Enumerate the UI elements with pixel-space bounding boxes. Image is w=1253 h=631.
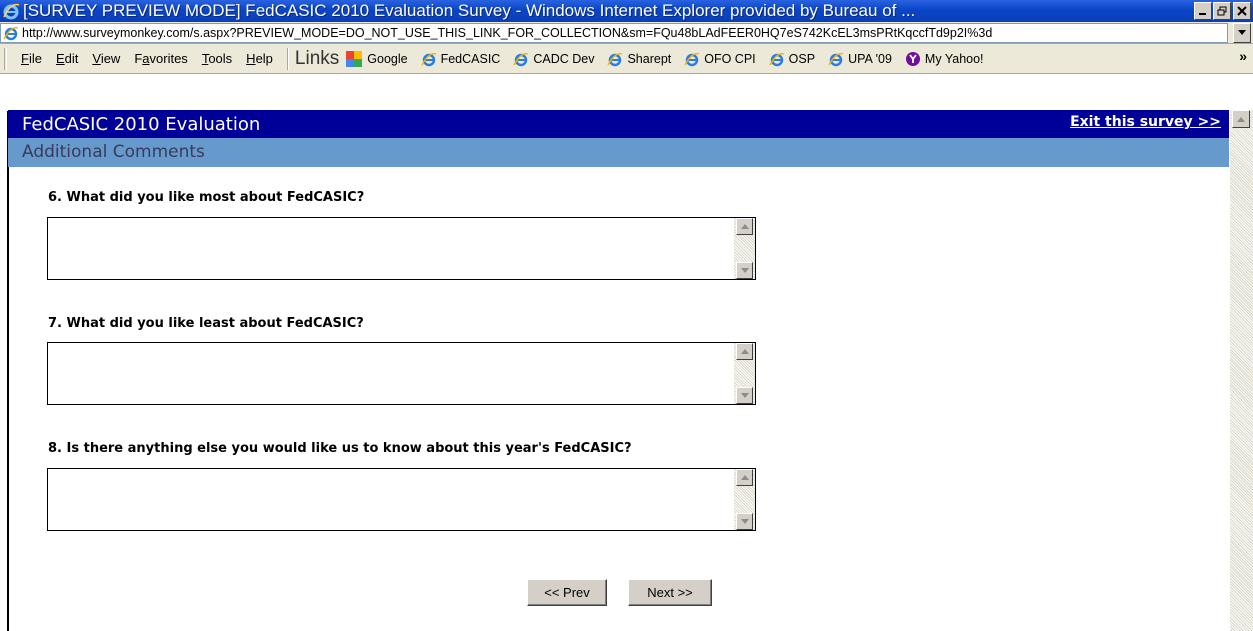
restore-button[interactable] — [1213, 2, 1231, 20]
menu-view[interactable]: View — [92, 51, 120, 66]
scroll-up-icon — [740, 349, 749, 354]
question-7-textarea[interactable] — [48, 343, 734, 404]
link-label: OFO CPI — [704, 51, 756, 66]
question-8-textarea[interactable] — [48, 469, 734, 530]
exit-survey-link[interactable]: Exit this survey >> — [1070, 114, 1221, 130]
scroll-down-button[interactable] — [736, 387, 753, 404]
restore-icon — [1217, 6, 1227, 16]
link-label: Sharept — [627, 51, 672, 66]
textarea-scrollbar[interactable] — [734, 218, 755, 279]
ie-page-icon — [607, 52, 623, 66]
page-title: Additional Comments — [22, 142, 205, 162]
scroll-up-button[interactable] — [736, 469, 753, 486]
toolbar-overflow-chevron[interactable]: » — [1239, 48, 1247, 64]
link-label: UPA '09 — [848, 51, 892, 66]
link-cadc-dev[interactable]: CADC Dev — [513, 51, 594, 67]
page-scroll-up-button[interactable] — [1232, 110, 1250, 128]
page-scrollbar[interactable] — [1230, 110, 1253, 631]
menu-favorites[interactable]: Favorites — [134, 51, 187, 66]
address-bar: http://www.surveymonkey.com/s.aspx?PREVI… — [0, 22, 1253, 44]
scroll-up-icon — [740, 224, 749, 229]
minimize-button[interactable] — [1194, 2, 1212, 20]
address-url: http://www.surveymonkey.com/s.aspx?PREVI… — [22, 26, 993, 40]
scroll-down-button[interactable] — [736, 262, 753, 279]
scroll-up-button[interactable] — [736, 218, 753, 235]
menu-tools[interactable]: Tools — [202, 51, 232, 66]
survey-header: FedCASIC 2010 Evaluation Exit this surve… — [8, 110, 1229, 138]
ie-page-icon — [684, 52, 700, 66]
link-label: OSP — [788, 51, 816, 66]
google-icon — [346, 50, 363, 67]
question-7-box — [47, 342, 756, 405]
scroll-up-icon — [740, 475, 749, 480]
menu-bar: File Edit View Favorites Tools Help Link… — [0, 44, 1253, 74]
yahoo-icon — [905, 51, 920, 66]
ie-page-icon — [513, 52, 529, 66]
frame-left-border — [7, 111, 9, 631]
minimize-icon — [1199, 13, 1206, 15]
link-my-yahoo[interactable]: My Yahoo! — [905, 51, 984, 67]
question-6-box — [47, 217, 756, 280]
link-label: My Yahoo! — [924, 51, 984, 66]
question-7-label: 7. What did you like least about FedCASI… — [48, 316, 364, 331]
scroll-down-icon — [740, 268, 749, 273]
link-osp[interactable]: OSP — [769, 51, 815, 67]
page-content: FedCASIC 2010 Evaluation Exit this surve… — [0, 74, 1253, 631]
close-icon — [1237, 6, 1247, 16]
textarea-scrollbar[interactable] — [734, 343, 755, 404]
window-title-bar[interactable]: [SURVEY PREVIEW MODE] FedCASIC 2010 Eval… — [0, 0, 1253, 22]
link-fedcasic[interactable]: FedCASIC — [420, 51, 501, 67]
close-button[interactable] — [1233, 2, 1251, 20]
question-6-label: 6. What did you like most about FedCASIC… — [48, 190, 365, 205]
survey-title: FedCASIC 2010 Evaluation — [22, 114, 261, 135]
scroll-down-icon — [740, 519, 749, 524]
next-button[interactable]: Next >> — [628, 579, 712, 606]
link-label: CADC Dev — [533, 51, 595, 66]
address-dropdown-button[interactable] — [1233, 23, 1251, 43]
page-header: Additional Comments — [8, 138, 1229, 167]
ie-page-icon — [420, 52, 436, 66]
link-google[interactable]: Google — [345, 50, 408, 68]
menu-help[interactable]: Help — [246, 51, 273, 66]
address-field[interactable]: http://www.surveymonkey.com/s.aspx?PREVI… — [0, 23, 1228, 43]
link-label: Google — [367, 51, 408, 66]
scroll-down-button[interactable] — [736, 513, 753, 530]
link-upa-09[interactable]: UPA '09 — [828, 51, 892, 67]
ie-page-icon — [769, 52, 784, 66]
links-label[interactable]: Links — [295, 48, 339, 70]
internet-explorer-icon — [3, 3, 20, 20]
question-8-box — [47, 468, 756, 531]
scroll-up-button[interactable] — [736, 343, 753, 360]
question-6-textarea[interactable] — [48, 218, 734, 279]
textarea-scrollbar[interactable] — [734, 469, 755, 530]
menu-file[interactable]: File — [21, 51, 42, 66]
link-sharept[interactable]: Sharept — [607, 51, 671, 67]
ie-page-icon — [828, 52, 844, 66]
scroll-up-icon — [1237, 116, 1245, 122]
ie-page-icon — [3, 27, 19, 41]
toolbar-separator — [286, 47, 289, 70]
window-title: [SURVEY PREVIEW MODE] FedCASIC 2010 Eval… — [23, 1, 916, 20]
scroll-down-icon — [740, 393, 749, 398]
link-ofo-cpi[interactable]: OFO CPI — [684, 51, 756, 67]
chevron-down-icon — [1238, 30, 1246, 35]
menu-edit[interactable]: Edit — [56, 51, 78, 66]
question-8-label: 8. Is there anything else you would like… — [48, 441, 632, 456]
toolbar-grip — [4, 47, 7, 70]
prev-button[interactable]: << Prev — [527, 579, 607, 606]
link-label: FedCASIC — [440, 51, 501, 66]
